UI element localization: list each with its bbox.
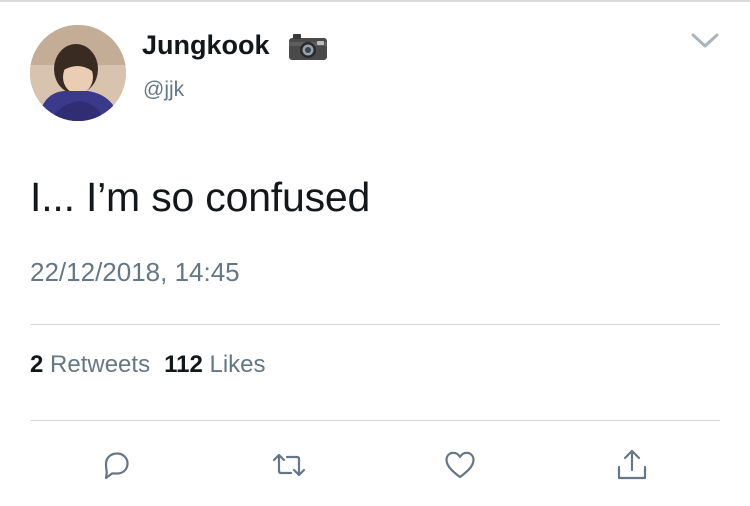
likes-count[interactable]: 112	[164, 351, 203, 378]
reply-icon	[104, 452, 129, 480]
retweets-label[interactable]: Retweets	[50, 351, 150, 378]
retweet-button[interactable]	[271, 447, 307, 483]
top-divider	[0, 0, 750, 2]
share-button[interactable]	[614, 447, 650, 483]
stats-top-divider	[30, 324, 720, 325]
chevron-down-icon[interactable]	[690, 32, 720, 50]
retweets-count[interactable]: 2	[30, 351, 43, 378]
tweet-stats: 2 Retweets 112 Likes	[30, 349, 266, 381]
tweet-timestamp[interactable]: 22/12/2018, 14:45	[30, 256, 240, 288]
avatar[interactable]	[30, 25, 126, 121]
likes-label[interactable]: Likes	[209, 351, 265, 378]
avatar-photo	[30, 25, 126, 121]
tweet-text: I... I’m so confused	[30, 174, 371, 220]
user-handle[interactable]: @jjk	[143, 77, 184, 103]
display-name[interactable]: Jungkook	[142, 28, 270, 62]
reply-button[interactable]	[98, 447, 134, 483]
stats-bottom-divider	[30, 420, 720, 421]
retweet-icon	[272, 453, 306, 477]
like-button[interactable]	[442, 447, 478, 483]
like-icon	[445, 451, 475, 479]
camera-icon	[289, 34, 327, 60]
share-icon	[617, 449, 647, 480]
